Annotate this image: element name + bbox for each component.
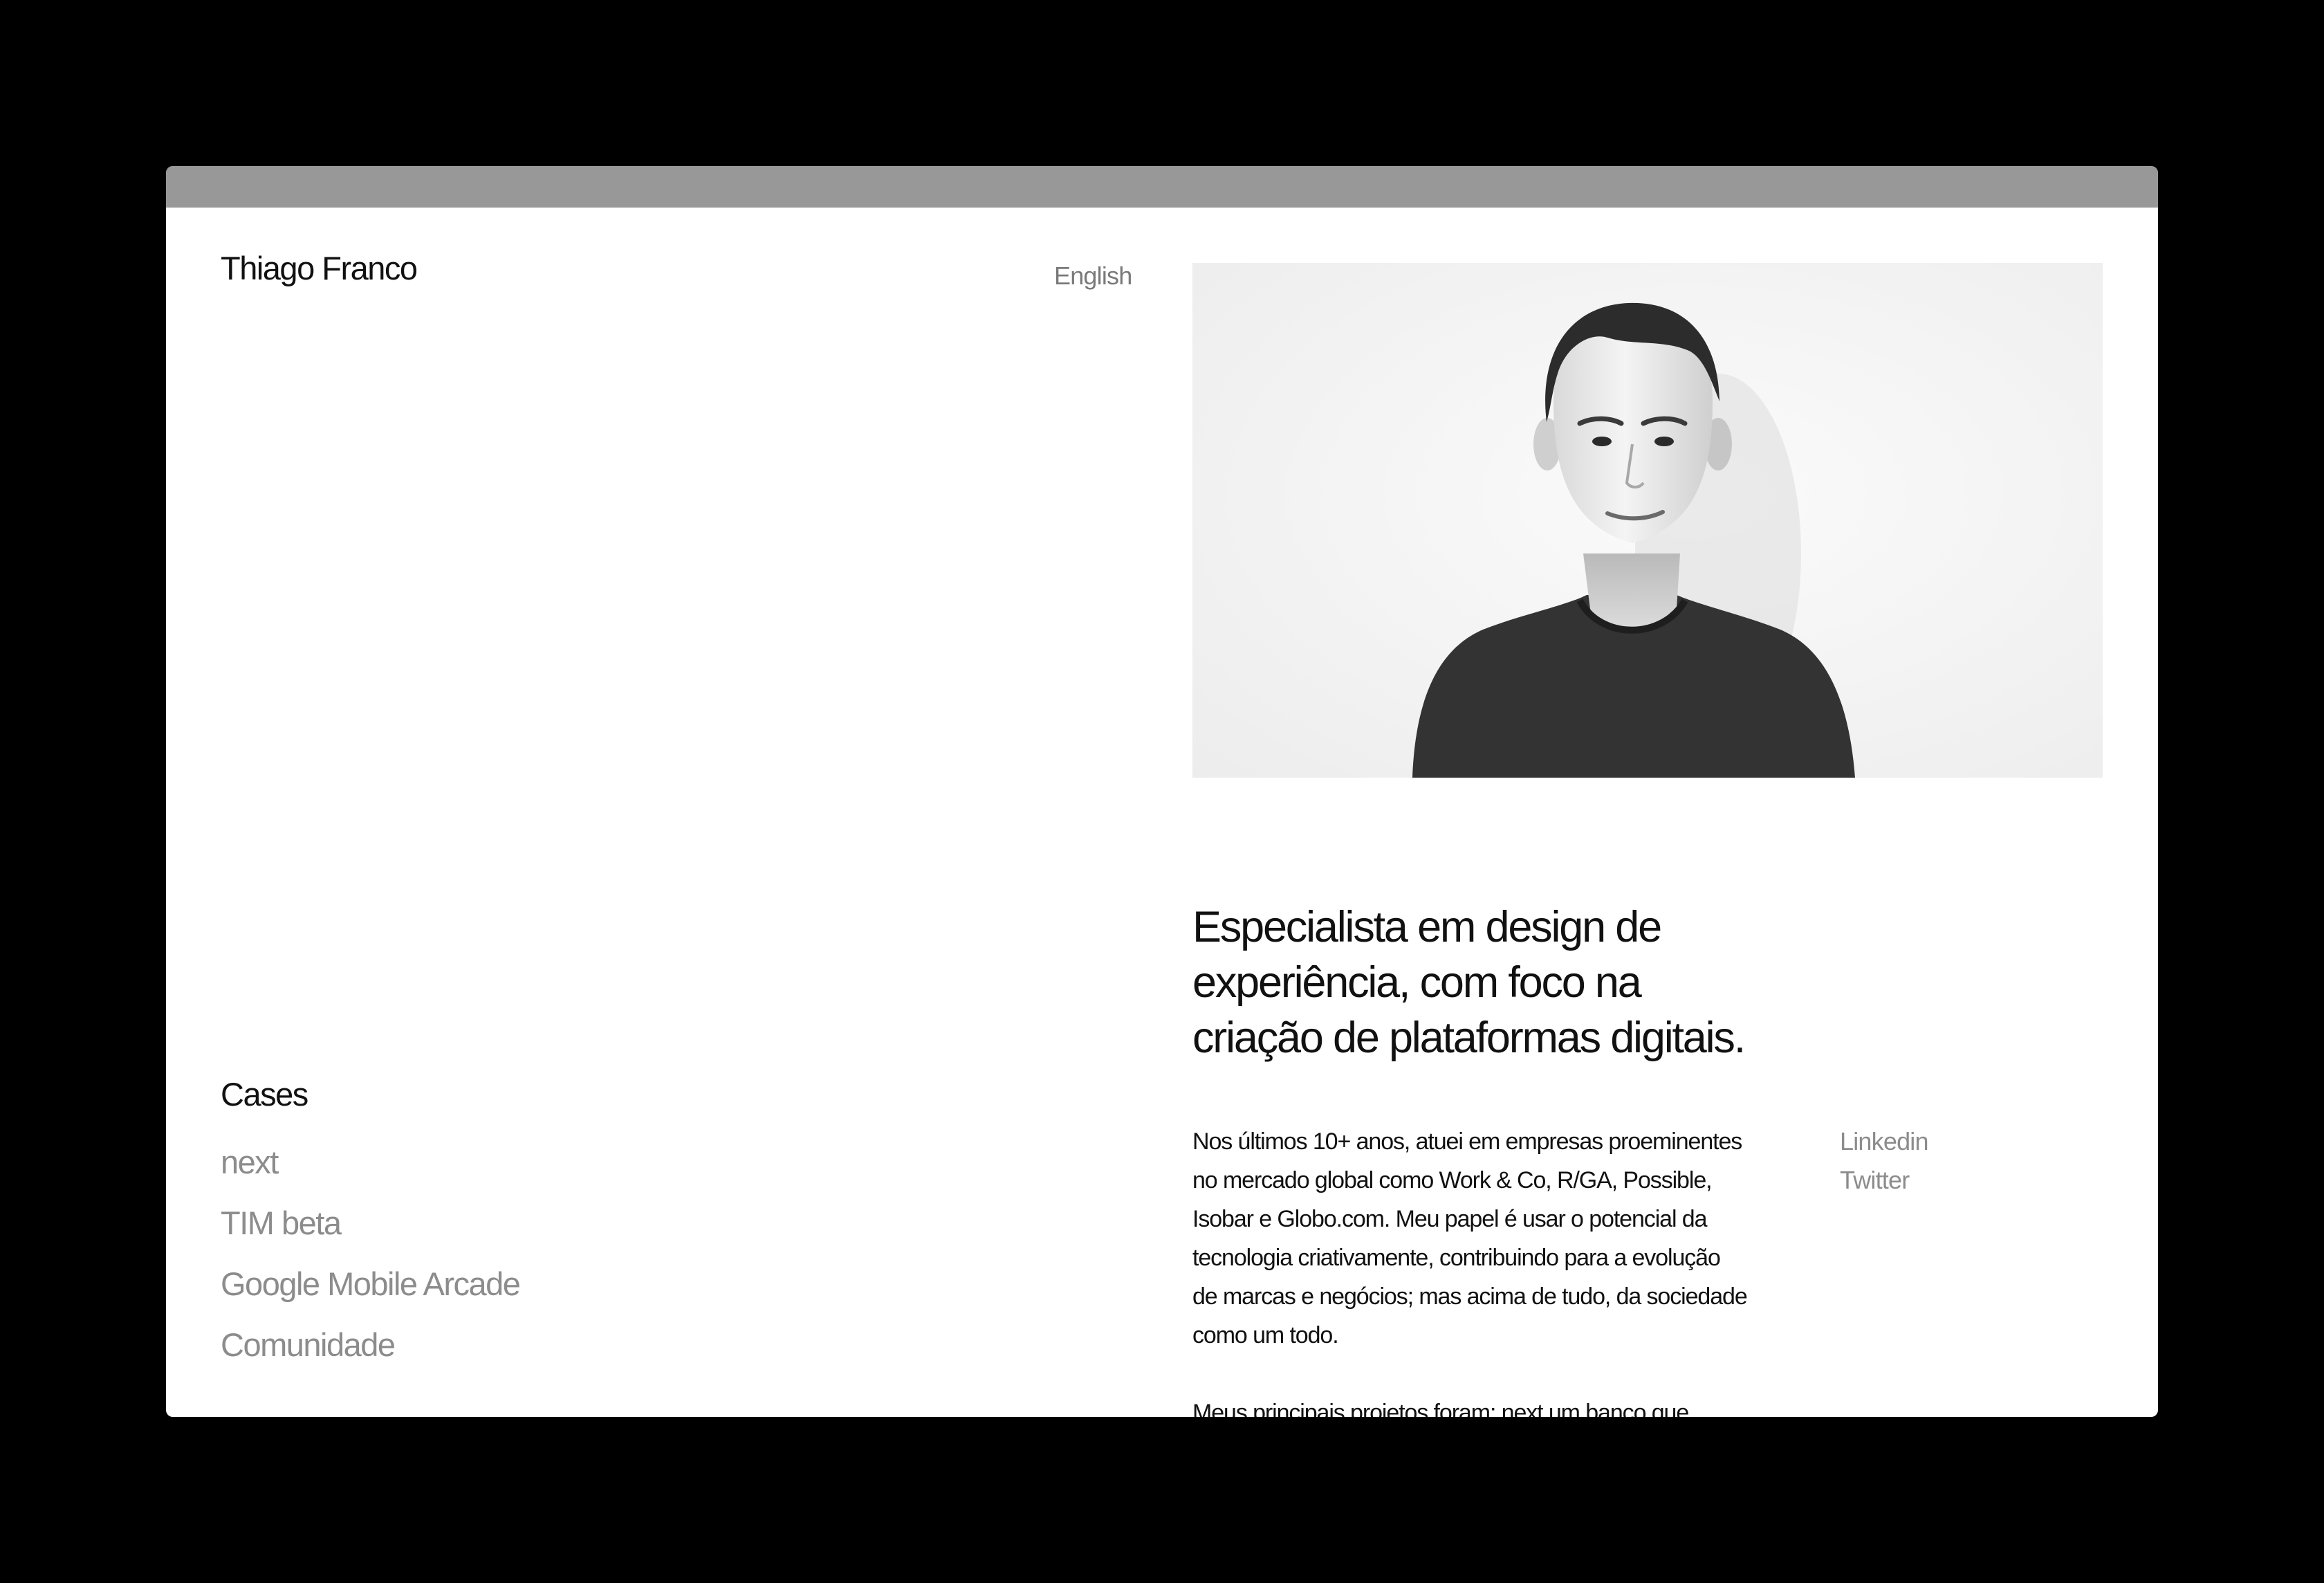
page-content: Thiago Franco English Cases next TIM bet… xyxy=(166,208,2158,1417)
cases-list: next TIM beta Google Mobile Arcade Comun… xyxy=(221,1143,521,1387)
social-links: Linkedin Twitter xyxy=(1840,1122,1929,1200)
bio-paragraph: Meus principais projetos foram: next um … xyxy=(1192,1400,1689,1417)
bio-line: como um todo. xyxy=(1192,1322,1339,1348)
portrait-photo xyxy=(1192,263,2103,778)
browser-window: Thiago Franco English Cases next TIM bet… xyxy=(166,166,2158,1417)
bio-line: Nos últimos 10+ anos, atuei em empresas … xyxy=(1192,1128,1742,1155)
bio-line: de marcas e negócios; mas acima de tudo,… xyxy=(1192,1283,1748,1310)
headline-line: Especialista em design de xyxy=(1192,903,1662,951)
case-link-next[interactable]: next xyxy=(221,1143,519,1204)
linkedin-link[interactable]: Linkedin xyxy=(1840,1122,1929,1161)
case-link-comunidade[interactable]: Comunidade xyxy=(221,1326,519,1387)
language-switch-link[interactable]: English xyxy=(1054,262,1132,291)
bio-line: no mercado global como Work & Co, R/GA, … xyxy=(1192,1167,1713,1193)
bio-text: Nos últimos 10+ anos, atuei em empresas … xyxy=(1192,1122,1815,1417)
bio-paragraph: Nos últimos 10+ anos, atuei em empresas … xyxy=(1192,1122,1815,1355)
bio-line: Isobar e Globo.com. Meu papel é usar o p… xyxy=(1192,1206,1707,1232)
window-titlebar xyxy=(166,166,2158,208)
intro-headline: Especialista em design de experiência, c… xyxy=(1192,899,1884,1065)
bio-line: tecnologia criativamente, contribuindo p… xyxy=(1192,1245,1721,1271)
case-link-google-mobile-arcade[interactable]: Google Mobile Arcade xyxy=(221,1265,521,1326)
headline-line: criação de plataformas digitais. xyxy=(1192,1014,1746,1062)
cases-heading: Cases xyxy=(221,1076,308,1113)
site-name-link[interactable]: Thiago Franco xyxy=(221,249,418,287)
case-link-tim-beta[interactable]: TIM beta xyxy=(221,1204,519,1265)
twitter-link[interactable]: Twitter xyxy=(1840,1161,1928,1200)
headline-line: experiência, com foco na xyxy=(1192,958,1642,1007)
